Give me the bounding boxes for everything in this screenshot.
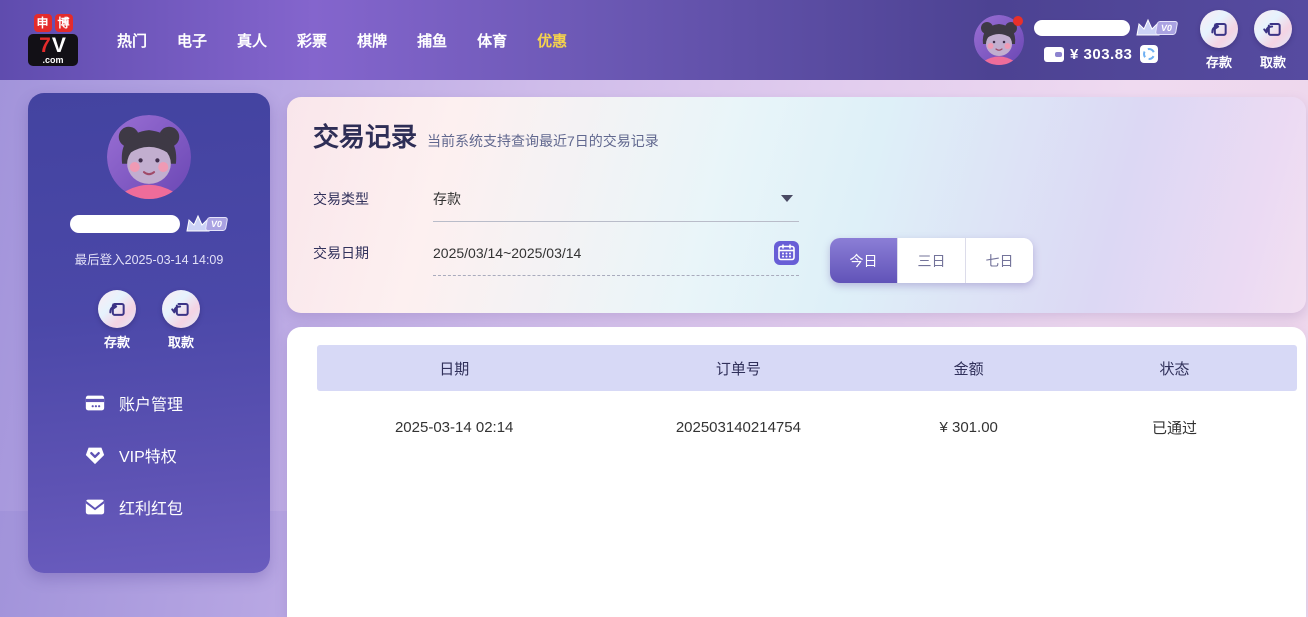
sidebar-item-account-management[interactable]: 账户管理 bbox=[28, 377, 270, 429]
range-button-7days[interactable]: 七日 bbox=[965, 238, 1033, 283]
brand-name-white: V bbox=[51, 34, 67, 57]
sidebar-item-vip-privileges[interactable]: VIP特权 bbox=[28, 429, 270, 481]
sidebar-item-label: 红利红包 bbox=[119, 501, 184, 518]
main-nav: 热门 电子 真人 彩票 棋牌 捕鱼 体育 优惠 bbox=[102, 20, 582, 61]
sidebar-avatar bbox=[107, 115, 191, 199]
transaction-date-value: 2025/03/14~2025/03/14 bbox=[433, 244, 582, 261]
nav-item-lottery[interactable]: 彩票 bbox=[282, 20, 342, 61]
top-withdraw-button[interactable]: 取款 bbox=[1254, 9, 1292, 71]
chevron-down-icon bbox=[781, 195, 793, 202]
nav-item-cards[interactable]: 棋牌 bbox=[342, 20, 402, 61]
transaction-type-label: 交易类型 bbox=[313, 191, 369, 207]
brand-logo[interactable]: 申 博 7V .com bbox=[26, 14, 80, 66]
vip-badge-icon bbox=[85, 447, 105, 465]
nav-item-sports[interactable]: 体育 bbox=[462, 20, 522, 61]
nav-item-slots[interactable]: 电子 bbox=[162, 20, 222, 61]
sidebar-deposit-button[interactable]: 存款 bbox=[98, 290, 136, 351]
nav-item-hot[interactable]: 热门 bbox=[102, 20, 162, 61]
sidebar-item-bonus-redpacket[interactable]: 红利红包 bbox=[28, 481, 270, 533]
nav-item-promo[interactable]: 优惠 bbox=[522, 20, 582, 61]
table-header-row: 日期 订单号 金额 状态 bbox=[317, 345, 1297, 391]
transaction-date-label: 交易日期 bbox=[313, 245, 369, 261]
calendar-picker-button[interactable] bbox=[774, 240, 799, 265]
date-range-segmented-control: 今日 三日 七日 bbox=[830, 238, 1033, 283]
user-meta: V0 ¥ 303.83 bbox=[1034, 17, 1184, 63]
cell-status: 已通过 bbox=[1151, 419, 1197, 437]
sidebar-deposit-label: 存款 bbox=[103, 335, 130, 350]
page-title: 交易记录 bbox=[313, 122, 418, 152]
top-deposit-button[interactable]: 存款 bbox=[1200, 9, 1238, 71]
brand-tld: .com bbox=[42, 55, 64, 65]
page-subtitle: 当前系统支持查询最近7日的交易记录 bbox=[427, 133, 659, 149]
transaction-filter-card: 交易记录 当前系统支持查询最近7日的交易记录 交易类型 存款 交易日期 2025… bbox=[287, 97, 1306, 313]
sidebar-menu: 账户管理 VIP特权 红利红包 bbox=[28, 377, 270, 533]
cell-date: 2025-03-14 02:14 bbox=[394, 418, 514, 436]
balance-amount: ¥ 303.83 bbox=[1070, 45, 1133, 63]
last-login-text: 最后登入2025-03-14 14:09 bbox=[74, 253, 224, 267]
sidebar-username-redacted bbox=[70, 215, 181, 233]
sidebar-withdraw-label: 取款 bbox=[167, 335, 194, 350]
refresh-icon bbox=[1143, 48, 1156, 60]
withdraw-icon bbox=[1263, 22, 1281, 36]
top-user-area: V0 ¥ 303.83 存款 取款 bbox=[974, 0, 1292, 80]
cell-amount: ¥ 301.00 bbox=[939, 418, 998, 436]
refresh-balance-button[interactable] bbox=[1140, 45, 1159, 63]
avatar[interactable] bbox=[974, 15, 1024, 65]
transaction-date-input[interactable]: 2025/03/14~2025/03/14 bbox=[433, 230, 799, 276]
nav-item-live[interactable]: 真人 bbox=[222, 20, 282, 61]
sidebar-vip-level-badge: V0 bbox=[205, 217, 229, 231]
sidebar-item-label: 账户管理 bbox=[119, 397, 184, 414]
transaction-table-card: 日期 订单号 金额 状态 2025-03-14 02:14 2025031402… bbox=[287, 327, 1306, 617]
range-button-3days[interactable]: 三日 bbox=[897, 238, 965, 283]
page-body: V0 最后登入2025-03-14 14:09 存款 取款 账户管理 VIP特权… bbox=[0, 80, 1308, 617]
table-row: 2025-03-14 02:14 202503140214754 ¥ 301.0… bbox=[317, 391, 1297, 463]
brand-name-box: 7V .com bbox=[28, 34, 78, 66]
sidebar-item-label: VIP特权 bbox=[119, 449, 177, 466]
wallet-icon bbox=[1044, 46, 1064, 62]
sidebar-withdraw-button[interactable]: 取款 bbox=[162, 290, 200, 351]
cell-order-no: 202503140214754 bbox=[675, 418, 801, 436]
transaction-type-value: 存款 bbox=[433, 190, 461, 207]
calendar-icon bbox=[778, 244, 795, 261]
table-header-status: 状态 bbox=[1159, 360, 1190, 378]
top-withdraw-label: 取款 bbox=[1259, 54, 1286, 70]
brand-badge-right: 博 bbox=[54, 14, 73, 32]
account-card-icon bbox=[85, 395, 105, 411]
withdraw-icon bbox=[171, 303, 189, 316]
deposit-icon bbox=[1211, 22, 1227, 36]
top-deposit-label: 存款 bbox=[1205, 54, 1232, 70]
top-navbar: 申 博 7V .com 热门 电子 真人 彩票 棋牌 捕鱼 体育 优惠 V0 ¥… bbox=[0, 0, 1308, 80]
brand-name-red: 7 bbox=[39, 34, 52, 57]
brand-badge-left: 申 bbox=[33, 14, 52, 32]
nav-item-fishing[interactable]: 捕鱼 bbox=[402, 20, 462, 61]
transaction-type-select[interactable]: 存款 bbox=[433, 176, 799, 222]
table-header-order-no: 订单号 bbox=[715, 360, 761, 378]
table-header-date: 日期 bbox=[439, 360, 470, 378]
notification-dot bbox=[1013, 16, 1023, 26]
red-envelope-icon bbox=[85, 499, 105, 515]
table-header-amount: 金额 bbox=[953, 360, 984, 378]
username-redacted bbox=[1034, 20, 1130, 36]
vip-level-badge: V0 bbox=[1154, 21, 1179, 35]
range-button-today[interactable]: 今日 bbox=[830, 238, 897, 283]
sidebar: V0 最后登入2025-03-14 14:09 存款 取款 账户管理 VIP特权… bbox=[28, 93, 270, 573]
brand-badges: 申 博 bbox=[33, 14, 73, 32]
deposit-icon bbox=[109, 303, 125, 316]
